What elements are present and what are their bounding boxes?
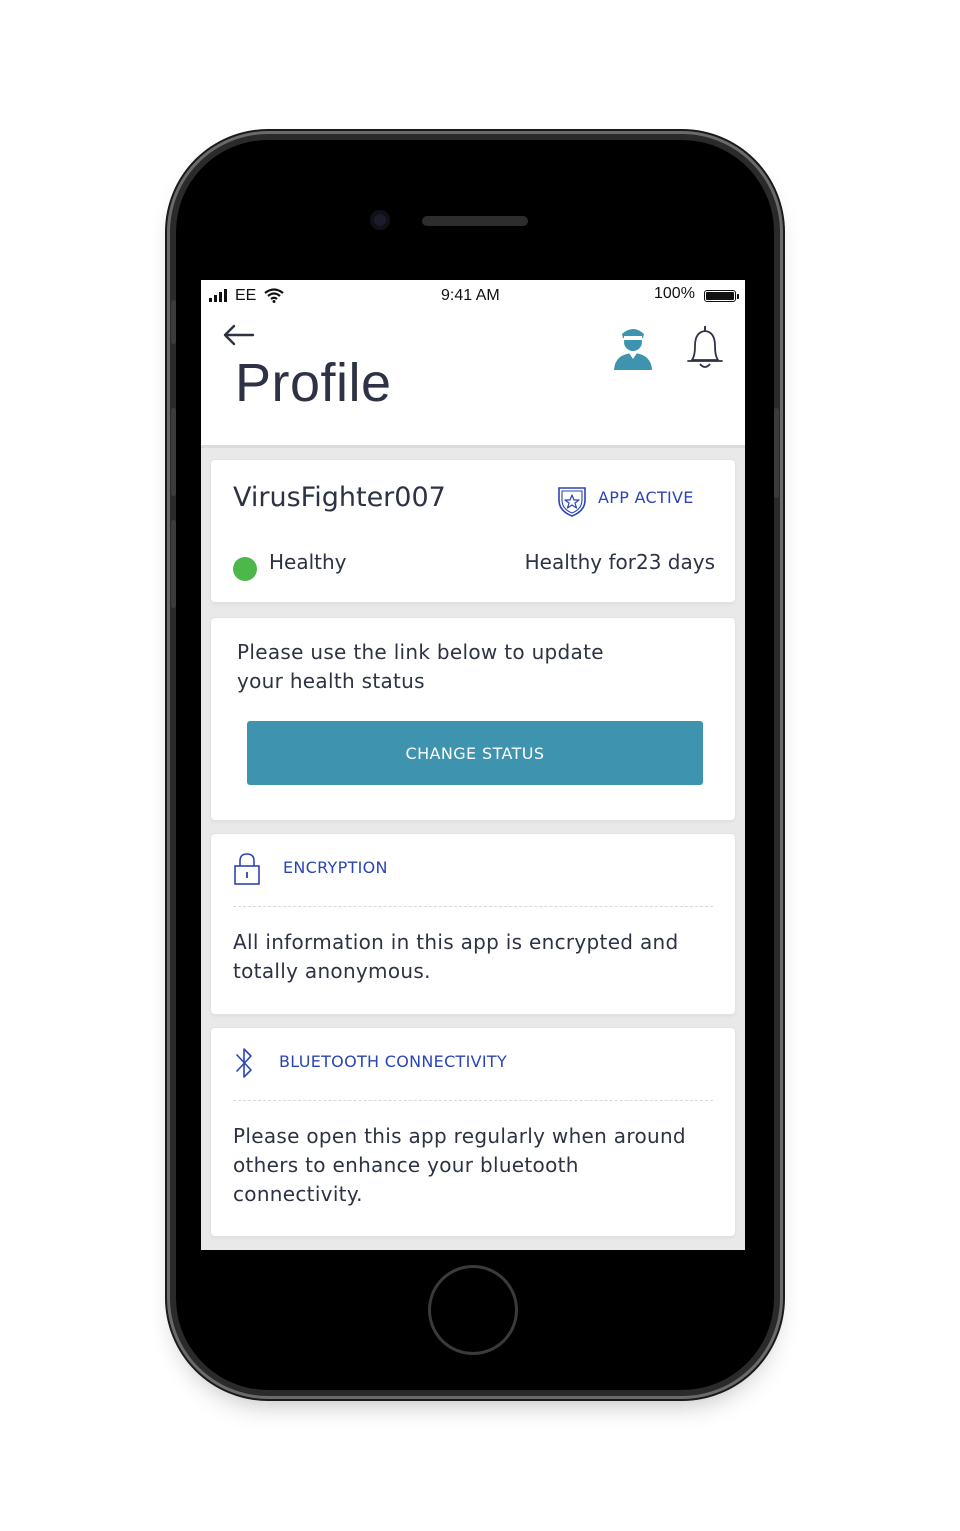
encryption-card: ENCRYPTION All information in this app i…	[211, 834, 735, 1014]
battery-percentage: 100%	[654, 285, 695, 302]
mute-switch	[171, 300, 176, 344]
user-icon[interactable]	[611, 326, 655, 370]
status-time: 9:41 AM	[441, 287, 500, 304]
bluetooth-card: BLUETOOTH CONNECTIVITY Please open this …	[211, 1028, 735, 1236]
page-title: Profile	[235, 353, 392, 413]
wifi-icon	[264, 288, 284, 303]
healthy-duration: Healthy for23 days	[524, 550, 715, 574]
username: VirusFighter007	[233, 482, 446, 513]
lock-icon	[234, 853, 260, 885]
volume-down-button	[171, 520, 176, 608]
app-active-status: APP ACTIVE	[598, 488, 694, 507]
bluetooth-title: BLUETOOTH CONNECTIVITY	[279, 1052, 508, 1071]
update-status-card: Please use the link below to update your…	[211, 618, 735, 820]
signal-icon	[209, 288, 227, 302]
encryption-divider	[233, 906, 713, 907]
update-instructions: Please use the link below to update your…	[237, 640, 604, 693]
health-status-label: Healthy	[269, 550, 347, 574]
volume-up-button	[171, 408, 176, 496]
profile-card: VirusFighter007 APP ACTIVE Healthy Healt…	[211, 460, 735, 602]
battery-icon	[704, 290, 739, 302]
earpiece-speaker	[422, 216, 528, 226]
status-bar: EE 9:41 AM 100%	[201, 280, 745, 312]
back-arrow-icon[interactable]	[221, 322, 257, 348]
change-status-button[interactable]: CHANGE STATUS	[247, 721, 703, 785]
front-camera	[370, 210, 390, 230]
power-button	[774, 408, 779, 498]
health-status-indicator	[233, 557, 257, 581]
bell-icon[interactable]	[683, 324, 727, 372]
shield-icon	[558, 487, 586, 517]
page-header: Profile	[201, 312, 745, 448]
encryption-body: All information in this app is encrypted…	[233, 930, 679, 983]
bluetooth-body: Please open this app regularly when arou…	[233, 1124, 686, 1206]
encryption-title: ENCRYPTION	[283, 858, 388, 877]
bluetooth-icon	[236, 1048, 252, 1078]
carrier-name: EE	[235, 287, 257, 304]
home-button[interactable]	[428, 1265, 518, 1355]
bluetooth-divider	[233, 1100, 713, 1101]
app-screen: EE 9:41 AM 100% Profile VirusFighter007 …	[201, 280, 745, 1250]
